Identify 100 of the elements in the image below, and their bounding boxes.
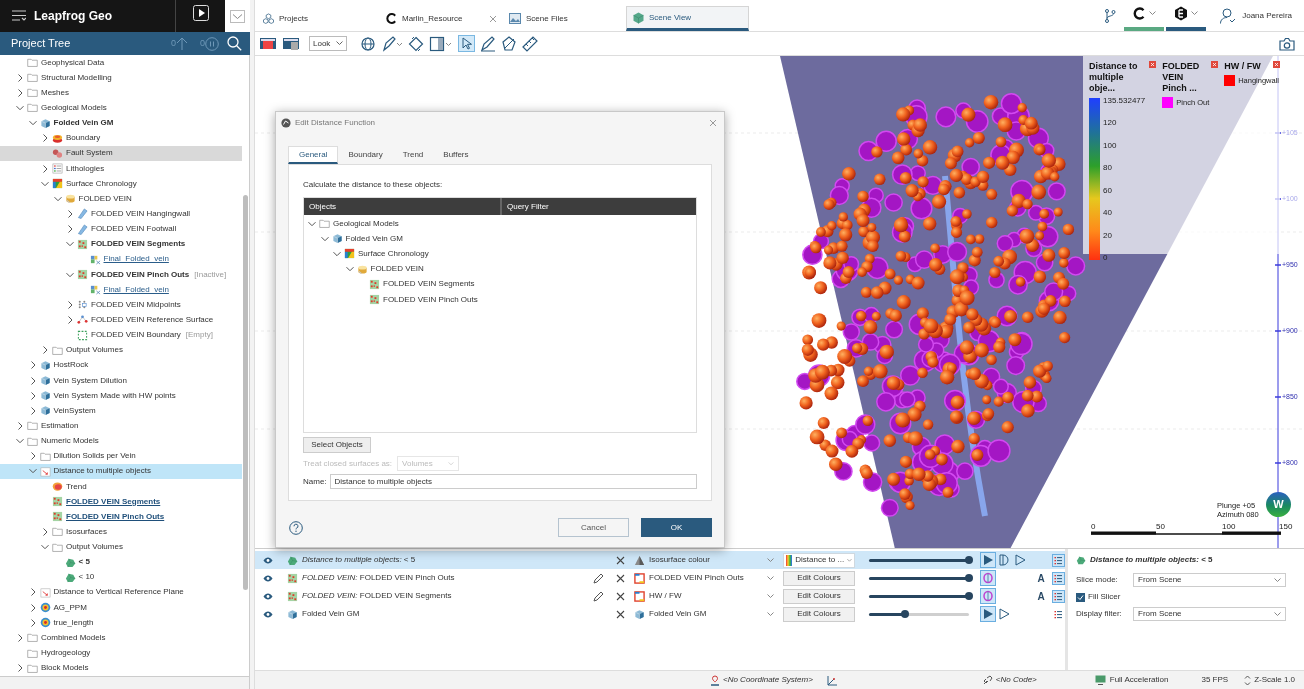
- ring-icon[interactable]: [981, 589, 995, 603]
- chevron-right-icon[interactable]: [15, 87, 25, 98]
- chevron-right-icon[interactable]: [40, 526, 50, 537]
- ok-button[interactable]: OK: [641, 518, 712, 537]
- triangle-icon[interactable]: [981, 553, 995, 567]
- tree-item[interactable]: VeinSystem: [0, 403, 242, 419]
- close-icon[interactable]: [709, 118, 717, 127]
- tree-item[interactable]: Final_Folded_vein: [0, 251, 242, 267]
- tree-item[interactable]: Numeric Models: [0, 433, 242, 449]
- tree-item[interactable]: Block Models: [0, 660, 242, 676]
- close-icon[interactable]: [489, 14, 497, 23]
- tree-item[interactable]: FOLDED VEIN: [0, 191, 242, 207]
- colouring-dropdown[interactable]: HW / FW: [634, 590, 780, 602]
- axes-icon[interactable]: [826, 674, 838, 686]
- colormap-dropdown[interactable]: Distance to ...: [783, 552, 855, 568]
- tree-item[interactable]: Folded Vein GM: [304, 231, 696, 247]
- slider-thumb[interactable]: [965, 592, 973, 600]
- select-objects-button[interactable]: Select Objects: [303, 437, 371, 453]
- opacity-slider[interactable]: [869, 609, 969, 619]
- tree-item[interactable]: Lithologies: [0, 161, 242, 177]
- cancel-button[interactable]: Cancel: [558, 518, 629, 537]
- tree-item[interactable]: Surface Chronology: [304, 246, 696, 262]
- tree-item[interactable]: FOLDED VEIN Footwall: [0, 221, 242, 237]
- eye-icon[interactable]: [263, 574, 273, 582]
- tree-item[interactable]: Boundary: [0, 130, 242, 146]
- tree-item[interactable]: Meshes: [0, 85, 242, 101]
- user-icon[interactable]: [1220, 7, 1237, 24]
- eye-icon[interactable]: [263, 592, 273, 600]
- rotate-square-icon[interactable]: [408, 35, 424, 52]
- play-button[interactable]: [192, 5, 209, 21]
- tree-item[interactable]: FOLDED VEIN Pinch Outs [Inactive]: [0, 266, 242, 283]
- tree-item[interactable]: FOLDED VEIN Midpoints: [0, 297, 242, 313]
- rotate-globe-icon[interactable]: [360, 35, 376, 52]
- tree-item[interactable]: Output Volumes: [0, 342, 242, 358]
- tab[interactable]: Boundary: [338, 146, 393, 164]
- tree-item[interactable]: Hydrogeology: [0, 645, 242, 661]
- scrollbar[interactable]: [243, 195, 248, 590]
- tree-item[interactable]: Geological Models: [304, 216, 696, 232]
- tab[interactable]: Trend: [392, 146, 434, 164]
- panel-icon[interactable]: [429, 35, 453, 52]
- colouring-dropdown[interactable]: Isosurface colour: [634, 554, 780, 566]
- ruler-icon[interactable]: [522, 35, 538, 52]
- monitor-icon[interactable]: [259, 35, 277, 52]
- tab[interactable]: General: [288, 146, 339, 164]
- chevron-right-icon[interactable]: [15, 632, 25, 643]
- triangle-outline-icon[interactable]: [997, 607, 1011, 621]
- help-icon[interactable]: [289, 520, 303, 535]
- tree-item[interactable]: Geophysical Data: [0, 55, 242, 71]
- cursor-button[interactable]: [458, 35, 475, 52]
- tree-item[interactable]: Distance to multiple objects: [0, 463, 242, 479]
- tree-item[interactable]: Combined Models: [0, 630, 242, 646]
- chevron-right-icon[interactable]: [40, 133, 50, 144]
- tree-item[interactable]: FOLDED VEIN Hangingwall: [0, 206, 242, 222]
- label-toggle[interactable]: A: [1037, 570, 1045, 586]
- tree-item[interactable]: < 5: [0, 554, 242, 570]
- chevron-right-icon[interactable]: [65, 314, 75, 325]
- checkbox[interactable]: [1076, 592, 1085, 602]
- chevron-right-icon[interactable]: [15, 663, 25, 674]
- tab[interactable]: Marlin_Resource: [380, 6, 503, 31]
- search-icon[interactable]: [227, 36, 242, 51]
- list-icon[interactable]: [1052, 589, 1065, 603]
- tree-item[interactable]: FOLDED VEIN Reference Surface: [0, 312, 242, 328]
- slider-thumb[interactable]: [901, 610, 909, 618]
- tree-item[interactable]: FOLDED VEIN Segments: [0, 236, 242, 252]
- slider-thumb[interactable]: [965, 574, 973, 582]
- tree-item[interactable]: < 10: [0, 569, 242, 585]
- tree-item[interactable]: Trend: [0, 478, 242, 495]
- select-field[interactable]: From Scene: [1133, 607, 1286, 621]
- edit-colours-button[interactable]: Edit Colours: [783, 606, 855, 622]
- label-toggle[interactable]: A: [1037, 588, 1045, 604]
- triangle-icon[interactable]: [981, 607, 995, 621]
- ring-icon[interactable]: [981, 571, 995, 585]
- slider-thumb[interactable]: [965, 556, 973, 564]
- tab[interactable]: Scene Files: [503, 6, 626, 31]
- remove-icon[interactable]: [615, 591, 625, 601]
- eye-icon[interactable]: [263, 556, 273, 564]
- remove-icon[interactable]: [615, 573, 625, 583]
- pencil-icon[interactable]: [592, 572, 604, 584]
- tree-item[interactable]: Estimation: [0, 418, 242, 434]
- tree-item[interactable]: FOLDED VEIN Segments: [0, 494, 242, 510]
- chevron-right-icon[interactable]: [65, 208, 75, 219]
- colouring-dropdown[interactable]: Folded Vein GM: [634, 608, 780, 620]
- chevron-down-icon[interactable]: [15, 103, 25, 113]
- tree-item[interactable]: true_length: [0, 615, 242, 631]
- tab[interactable]: Projects: [257, 6, 380, 31]
- chevron-right-icon[interactable]: [40, 345, 50, 356]
- chevron-right-icon[interactable]: [65, 224, 75, 235]
- pencil-icon[interactable]: [480, 35, 496, 52]
- tree-item[interactable]: Structural Modelling: [0, 70, 242, 86]
- pen-icon[interactable]: [381, 35, 403, 52]
- tree-item[interactable]: Geological Models: [0, 100, 242, 116]
- pencil-icon[interactable]: [592, 590, 604, 602]
- colouring-dropdown[interactable]: FOLDED VEIN Pinch Outs: [634, 572, 780, 584]
- user-name[interactable]: Joana Pereira: [1242, 9, 1292, 22]
- tree-item[interactable]: FOLDED VEIN Pinch Outs: [0, 509, 242, 525]
- tab[interactable]: Scene View: [626, 6, 749, 31]
- tree-item[interactable]: Folded Vein GM: [0, 115, 242, 131]
- select-field[interactable]: From Scene: [1133, 573, 1286, 587]
- half-cylinder-icon[interactable]: [997, 553, 1011, 567]
- tree-item[interactable]: Distance to Vertical Reference Plane: [0, 584, 242, 601]
